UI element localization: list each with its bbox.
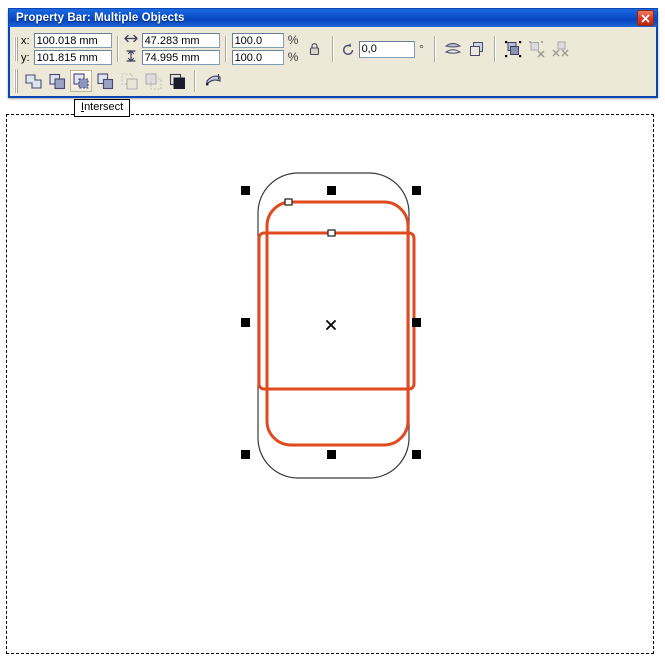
- property-bar-titlebar[interactable]: Property Bar: Multiple Objects: [8, 8, 658, 27]
- separator: [224, 36, 227, 62]
- convert-to-curves-button[interactable]: [202, 70, 224, 92]
- rotation-degree-label: °: [419, 41, 424, 56]
- scale-horizontal-percent-label: %: [287, 33, 299, 47]
- separator: [331, 36, 334, 62]
- close-x-icon: [641, 14, 650, 22]
- position-x-label: x:: [21, 34, 30, 47]
- intersect-icon: [72, 72, 89, 89]
- width-input[interactable]: [141, 33, 220, 48]
- back-minus-front-icon: [144, 72, 162, 90]
- ungroup-icon: [528, 41, 545, 58]
- lock-ratio-icon: [310, 43, 320, 56]
- front-minus-back-icon: [120, 72, 138, 90]
- group-button[interactable]: [502, 38, 524, 60]
- position-y-input[interactable]: [33, 50, 112, 65]
- ungroup-all-button[interactable]: [550, 38, 572, 60]
- scale-lock-ratio-button[interactable]: [304, 38, 326, 60]
- vertical-size-icon: [124, 49, 139, 66]
- position-y-label: y:: [21, 51, 30, 64]
- order-to-front-button[interactable]: [466, 38, 488, 60]
- horizontal-size-icon: [123, 33, 139, 48]
- separator: [493, 36, 496, 62]
- shaping-trim-button[interactable]: [46, 70, 68, 92]
- object-position-group: x: y:: [21, 33, 112, 65]
- separator: [433, 36, 436, 62]
- property-bar-row-1: x: y: % %: [14, 33, 573, 66]
- shaping-front-minus-back-button[interactable]: [118, 70, 140, 92]
- group-icon: [504, 41, 521, 58]
- separator: [116, 36, 119, 62]
- separator: [194, 70, 196, 92]
- shaping-simplify-button[interactable]: [94, 70, 116, 92]
- scale-horizontal-input[interactable]: [231, 33, 284, 48]
- shaping-intersect-button[interactable]: [70, 70, 92, 92]
- toolbar-grip-2[interactable]: [14, 69, 18, 93]
- close-button[interactable]: [637, 10, 654, 26]
- trim-icon: [48, 73, 65, 89]
- mirror-buttons-group[interactable]: [442, 38, 464, 60]
- object-size-group: [123, 33, 220, 66]
- property-bar-window[interactable]: Property Bar: Multiple Objects x: y:: [8, 8, 658, 98]
- shaping-back-minus-front-button[interactable]: [142, 70, 164, 92]
- shaping-weld-button[interactable]: [22, 70, 44, 92]
- rotation-angle-icon: [340, 38, 358, 60]
- shaping-boundary-button[interactable]: [166, 70, 188, 92]
- toolbar-grip[interactable]: [14, 37, 18, 61]
- convert-to-curves-icon: [205, 73, 221, 85]
- ungroup-all-icon: [552, 41, 569, 57]
- property-bar-title: Property Bar: Multiple Objects: [16, 12, 185, 24]
- object-scale-group: % %: [231, 33, 300, 65]
- tooltip-rest-text: ntersect: [84, 101, 124, 113]
- weld-icon: [24, 73, 42, 89]
- order-to-front-icon: [469, 42, 483, 56]
- height-input[interactable]: [141, 50, 220, 65]
- mirror-horizontal-icon: [444, 43, 461, 54]
- scale-vertical-percent-label: %: [287, 50, 299, 64]
- page-boundary: [6, 114, 654, 654]
- rotation-angle-input[interactable]: [358, 40, 415, 58]
- property-bar-row-2: [14, 67, 225, 95]
- simplify-icon: [96, 72, 113, 89]
- scale-vertical-input[interactable]: [231, 50, 284, 65]
- boundary-icon: [169, 73, 185, 89]
- position-x-input[interactable]: [33, 33, 112, 48]
- tooltip-intersect: Intersect: [74, 99, 131, 117]
- ungroup-button[interactable]: [526, 38, 548, 60]
